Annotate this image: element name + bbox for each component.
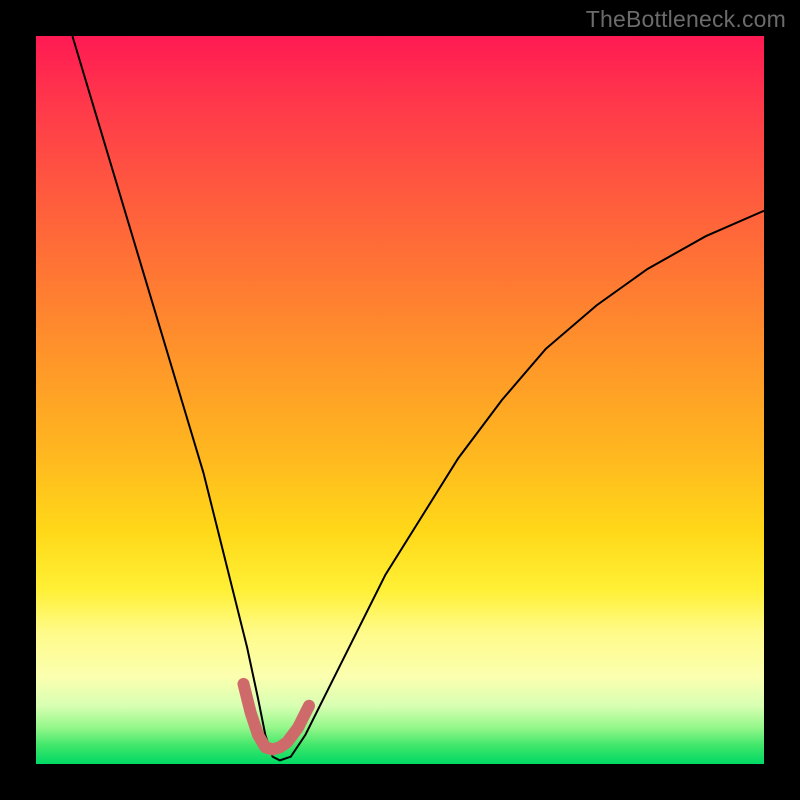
chart-frame: TheBottleneck.com <box>0 0 800 800</box>
plot-area <box>36 36 764 764</box>
watermark-text: TheBottleneck.com <box>586 6 786 33</box>
series-bottleneck-curve <box>72 36 764 760</box>
series-sweet-spot-marker <box>243 684 309 750</box>
curve-layer <box>36 36 764 764</box>
